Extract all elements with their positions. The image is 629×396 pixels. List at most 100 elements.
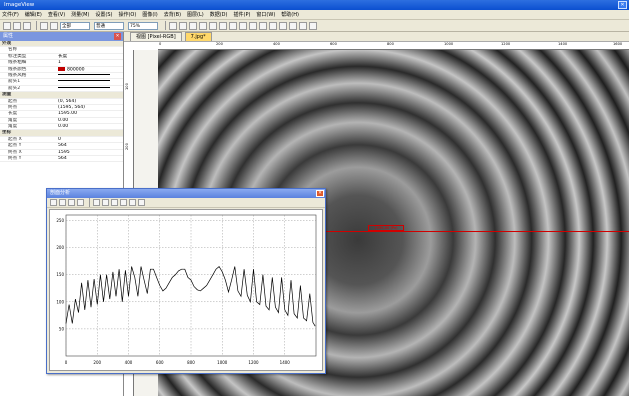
save-icon[interactable] — [111, 199, 118, 206]
copy-icon[interactable] — [93, 199, 100, 206]
zoom-select[interactable]: 75% — [128, 21, 158, 30]
measurement-label[interactable]: 1595.00 (Px) — [368, 225, 404, 231]
chart-plot-area[interactable]: 0 200 400 600 800 1000 1200 1400 50 100 150 200 250 — [49, 209, 323, 371]
ruler-label: 200 — [125, 143, 129, 150]
menu-help[interactable]: 帮助(H) — [281, 11, 299, 18]
angle-tool-icon[interactable] — [209, 21, 217, 30]
close-icon[interactable]: ✕ — [316, 190, 324, 197]
zoom-out-icon[interactable] — [68, 199, 75, 206]
property-value[interactable]: 0.00 — [56, 118, 123, 123]
ellipse-tool-icon[interactable] — [239, 21, 247, 30]
menu-layer[interactable]: 图层(L) — [187, 11, 204, 18]
circle-tool-icon[interactable] — [229, 21, 237, 30]
text-tool-icon[interactable] — [269, 21, 277, 30]
mode-select[interactable]: 全部 — [60, 21, 90, 30]
property-row[interactable]: 终点 Y 564 — [0, 156, 123, 163]
property-value[interactable]: (0, 564) — [56, 99, 123, 104]
profile-chart-icon[interactable] — [279, 21, 287, 30]
grid-icon[interactable] — [40, 21, 48, 30]
property-key: 线条风格 — [8, 72, 27, 78]
close-icon[interactable]: ✕ — [114, 33, 121, 40]
property-key: 终点 X — [8, 149, 22, 155]
menu-edit[interactable]: 编辑(E) — [25, 11, 42, 18]
ruler-label: 400 — [273, 42, 280, 46]
x-tick-label: 1000 — [217, 360, 228, 365]
property-value[interactable]: 0.00 — [56, 124, 123, 129]
property-group-label: 坐标 — [2, 130, 12, 136]
property-key: 角度 — [8, 117, 18, 123]
x-tick-label: 400 — [125, 360, 133, 365]
new-file-icon[interactable] — [3, 21, 11, 30]
window-close-icon[interactable]: ✕ — [618, 1, 627, 9]
property-value[interactable]: 1595.00 — [56, 111, 123, 116]
zoom-in-icon[interactable] — [59, 199, 66, 206]
properties-panel-header: 属性 ✕ — [0, 32, 123, 41]
tab-image[interactable]: 7.jpg* — [184, 32, 212, 41]
layout-icon[interactable] — [50, 21, 58, 30]
property-value[interactable] — [56, 79, 123, 84]
x-tick-label: 1400 — [280, 360, 291, 365]
menu-plugin[interactable]: 插件(P) — [234, 11, 251, 18]
save-icon[interactable] — [23, 21, 31, 30]
pointer-icon[interactable] — [179, 21, 187, 30]
pan-hand-icon[interactable] — [169, 21, 177, 30]
ruler-label: 1600 — [613, 42, 623, 46]
menu-view[interactable]: 查看(V) — [48, 11, 65, 18]
menu-background[interactable]: 去背(B) — [164, 11, 181, 18]
style-select[interactable]: 普通 — [94, 21, 124, 30]
property-key: 名称 — [8, 47, 18, 53]
property-value[interactable]: 0 — [56, 137, 123, 142]
arrow-tool-icon[interactable] — [259, 21, 267, 30]
property-group-label: 测量 — [2, 92, 12, 98]
property-value[interactable] — [56, 47, 123, 52]
line-tool-icon[interactable] — [189, 21, 197, 30]
profile-chart: 0 200 400 600 800 1000 1200 1400 50 100 150 200 250 — [56, 214, 317, 365]
property-value[interactable]: 800000 — [56, 66, 123, 72]
stop-icon[interactable] — [102, 199, 109, 206]
open-file-icon[interactable] — [13, 21, 21, 30]
property-value[interactable]: 564 — [56, 143, 123, 148]
property-value[interactable]: 1595 — [56, 150, 123, 155]
property-key: 线条粗细 — [8, 60, 27, 66]
menu-file[interactable]: 文件(F) — [2, 11, 19, 18]
window-title: ImageView — [4, 2, 35, 8]
menu-bar: 文件(F) 编辑(E) 查看(V) 测量(M) 设置(S) 操作(O) 图像(I… — [0, 10, 629, 20]
property-key: 长度 — [8, 111, 18, 117]
property-value[interactable] — [56, 86, 123, 91]
ruler-label: 600 — [330, 42, 337, 46]
window-titlebar: ImageView ✕ — [0, 0, 629, 10]
horizontal-ruler: 0 200 400 600 800 1000 1200 1400 1600 — [158, 42, 629, 50]
histogram-icon[interactable] — [289, 21, 297, 30]
rect-tool-icon[interactable] — [219, 21, 227, 30]
property-value[interactable] — [56, 73, 123, 78]
export-icon[interactable] — [309, 21, 317, 30]
print-icon[interactable] — [129, 199, 136, 206]
color-swatch[interactable] — [58, 66, 65, 71]
crosshair-icon[interactable] — [50, 199, 57, 206]
property-value[interactable]: 1 — [56, 60, 123, 65]
x-tick-label: 0 — [65, 360, 68, 365]
menu-settings[interactable]: 设置(S) — [95, 11, 112, 18]
menu-image[interactable]: 图像(I) — [142, 11, 157, 18]
property-value[interactable]: (1595, 564) — [56, 105, 123, 110]
pan-icon[interactable] — [77, 199, 84, 206]
settings-icon[interactable] — [299, 21, 307, 30]
profile-chart-window[interactable]: 剖面分析 ✕ 0 200 400 600 800 1000 1200 1400 50 100 150… — [46, 188, 326, 374]
chart-window-titlebar[interactable]: 剖面分析 ✕ — [47, 189, 325, 198]
x-tick-label: 1200 — [248, 360, 259, 365]
table-icon[interactable] — [120, 199, 127, 206]
menu-operate[interactable]: 操作(O) — [118, 11, 136, 18]
help-icon[interactable] — [138, 199, 145, 206]
menu-window[interactable]: 窗口(W) — [256, 11, 275, 18]
property-key: 线条颜色 — [8, 66, 27, 72]
polygon-tool-icon[interactable] — [249, 21, 257, 30]
toolbar-separator — [36, 21, 37, 30]
tab-view[interactable]: 视图 [Pixel-RGB] — [130, 32, 182, 41]
menu-data[interactable]: 数据(D) — [210, 11, 228, 18]
menu-measure[interactable]: 测量(M) — [71, 11, 89, 18]
property-value[interactable]: 564 — [56, 156, 123, 161]
property-value[interactable]: 长度 — [56, 54, 123, 59]
properties-panel-title: 属性 — [3, 33, 14, 39]
ruler-label: 1400 — [558, 42, 568, 46]
polyline-tool-icon[interactable] — [199, 21, 207, 30]
